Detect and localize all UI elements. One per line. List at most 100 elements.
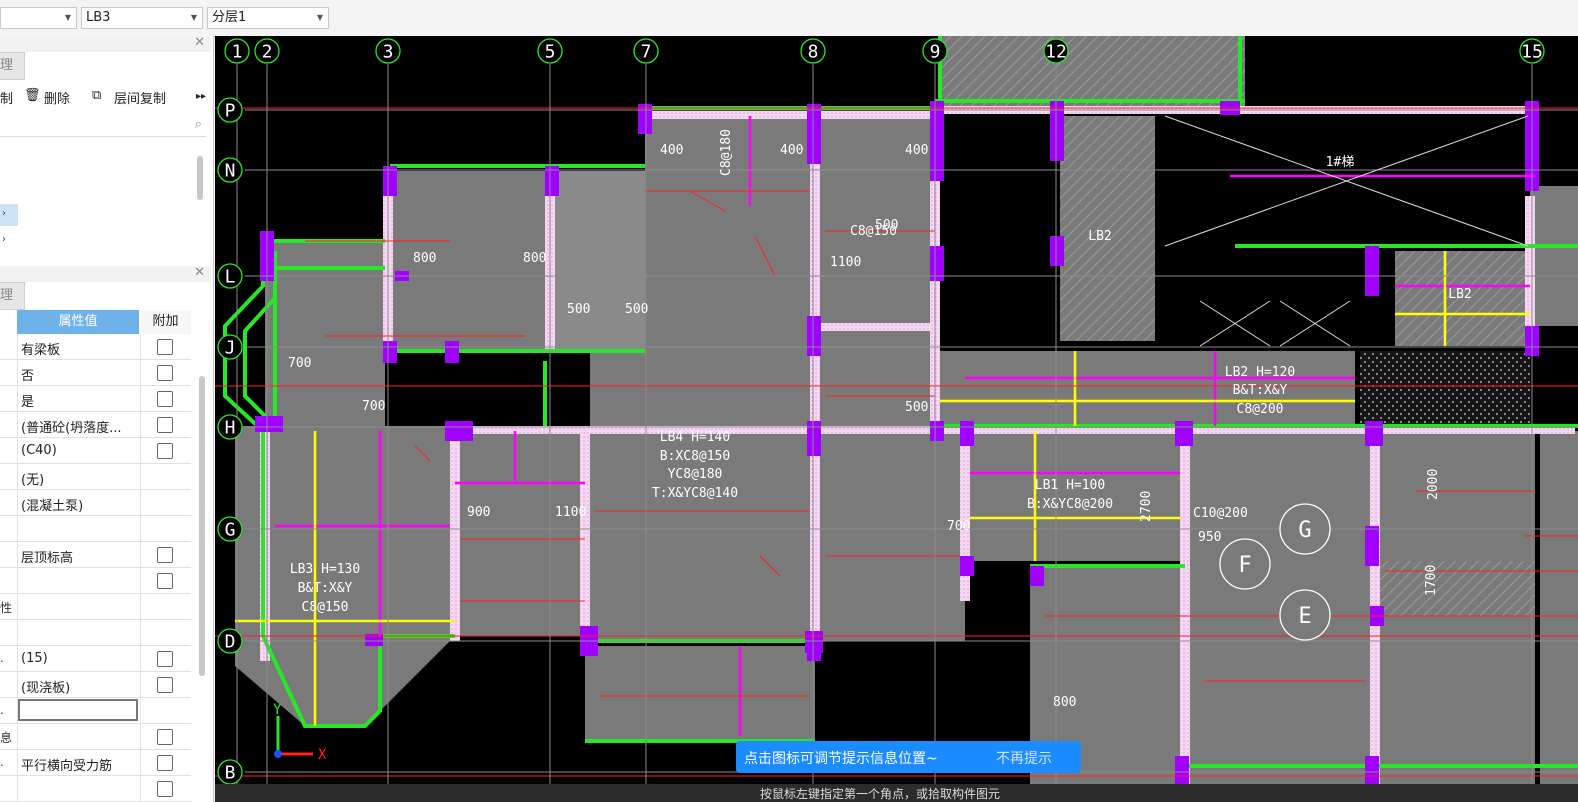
property-row[interactable] xyxy=(0,776,191,802)
extra-checkbox[interactable] xyxy=(157,547,173,563)
property-row[interactable]: 性 xyxy=(0,594,191,620)
dimension-label: 900 xyxy=(467,505,490,520)
slab-lb2-band[interactable] xyxy=(935,351,1355,426)
opening xyxy=(1165,261,1195,346)
tab-component-list[interactable]: 理 xyxy=(0,52,25,80)
close-icon[interactable]: ✕ xyxy=(194,35,205,50)
property-row[interactable] xyxy=(0,620,191,646)
extra-checkbox[interactable] xyxy=(157,573,173,589)
property-row[interactable]: 息 xyxy=(0,724,191,750)
property-row[interactable]: 有梁板 xyxy=(0,334,191,360)
top-toolbar: ▼ LB3 ▼ 分层1 ▼ xyxy=(0,0,1578,37)
property-row[interactable]: (现浇板) xyxy=(0,672,191,698)
property-key: . xyxy=(0,755,4,769)
chevron-right-icon: › xyxy=(2,234,6,245)
component-name-dropdown[interactable]: LB3 ▼ xyxy=(81,7,203,29)
dimension-label: 950 xyxy=(1198,530,1221,545)
property-value[interactable]: (无) xyxy=(21,469,139,488)
property-edit-input[interactable] xyxy=(18,699,138,721)
slab-label: LB3 H=130 xyxy=(290,562,360,577)
slab-label: YC8@180 xyxy=(668,467,723,482)
property-row[interactable]: (混凝土泵) xyxy=(0,490,191,516)
extra-checkbox[interactable] xyxy=(157,755,173,771)
extra-checkbox[interactable] xyxy=(157,391,173,407)
property-value[interactable]: 平行横向受力筋 xyxy=(21,755,139,774)
extra-checkbox[interactable] xyxy=(157,417,173,433)
slab[interactable] xyxy=(455,431,590,636)
slab-hatched[interactable] xyxy=(1375,561,1535,616)
extra-checkbox[interactable] xyxy=(157,365,173,381)
slab-top-hatched[interactable] xyxy=(940,36,1245,106)
hint-tooltip[interactable]: 点击图标可调节提示信息位置~ 不再提示 xyxy=(736,741,1081,773)
slab[interactable] xyxy=(1375,616,1535,802)
dimension-label: 1100 xyxy=(830,255,861,270)
dropdown-value: 分层1 xyxy=(212,10,247,25)
extra-checkbox[interactable] xyxy=(157,781,173,797)
axis-bubble-top: 1 xyxy=(232,41,243,62)
property-row[interactable]: . 平行横向受力筋 xyxy=(0,750,191,776)
slab-label: B:X&YC8@200 xyxy=(1027,497,1113,512)
property-value[interactable]: (C40) xyxy=(21,443,139,458)
property-value[interactable]: (15) xyxy=(21,651,139,666)
property-key: 性 xyxy=(0,601,13,615)
slab[interactable] xyxy=(585,646,815,741)
drawing-canvas[interactable]: 1 2 3 5 7 8 9 12 15 P N L J H G D B LB4 H=140 B:XC8@150 YC8… xyxy=(215,36,1578,802)
property-value[interactable]: 否 xyxy=(21,365,139,384)
copy-button[interactable]: 制 xyxy=(0,88,13,107)
property-row[interactable]: . xyxy=(0,698,191,724)
cell-divider xyxy=(140,672,141,698)
property-row[interactable]: . (15) xyxy=(0,646,191,672)
property-value[interactable]: (现浇板) xyxy=(21,677,139,696)
property-value[interactable]: 是 xyxy=(21,391,139,410)
property-row[interactable]: 是 xyxy=(0,386,191,412)
extra-checkbox[interactable] xyxy=(157,443,173,459)
property-value[interactable]: 层顶标高 xyxy=(21,547,139,566)
property-row[interactable] xyxy=(0,568,191,594)
property-row[interactable]: 否 xyxy=(0,360,191,386)
dimension-label: 2700 xyxy=(1139,491,1154,522)
axis-bubble-top: 3 xyxy=(383,41,394,62)
property-value[interactable]: (混凝土泵) xyxy=(21,495,139,514)
property-row[interactable]: (C40) xyxy=(0,438,191,464)
scrollbar[interactable] xyxy=(197,156,203,200)
axis-bubble-top: 9 xyxy=(930,41,941,62)
extra-checkbox[interactable] xyxy=(157,729,173,745)
cell-divider xyxy=(17,776,18,802)
property-value[interactable]: (普通砼(坍落度... xyxy=(21,417,139,436)
slab-label: B&T:X&Y xyxy=(1233,383,1288,398)
axis-bubble-left: P xyxy=(225,100,236,121)
delete-button[interactable]: 删除 xyxy=(44,88,70,107)
dimension-label: 400 xyxy=(660,143,683,158)
tree-item-selected[interactable]: › xyxy=(0,204,18,226)
scrollbar[interactable] xyxy=(199,376,205,676)
slab[interactable] xyxy=(815,431,965,641)
property-row[interactable]: (普通砼(坍落度... xyxy=(0,412,191,438)
slab[interactable] xyxy=(1530,186,1578,326)
dimension-label: 800 xyxy=(413,251,436,266)
tab-property-list[interactable]: 理 xyxy=(0,282,25,310)
floor-plan-drawing[interactable]: 1 2 3 5 7 8 9 12 15PNLJHGDBLB4 H=140B:XC8@150YC8… xyxy=(215,36,1578,802)
close-icon[interactable]: ✕ xyxy=(194,265,205,280)
layer-dropdown[interactable]: 分层1 ▼ xyxy=(207,7,329,29)
slab-label: 1#梯 xyxy=(1326,155,1355,170)
slab[interactable] xyxy=(1375,431,1535,561)
axis-bubble-left: H xyxy=(225,417,236,438)
floor-copy-button[interactable]: 层间复制 xyxy=(114,88,166,107)
dismiss-hint-button[interactable]: 不再提示 xyxy=(996,748,1052,768)
property-row[interactable]: 层顶标高 xyxy=(0,542,191,568)
cell-divider xyxy=(17,438,18,464)
component-search-input[interactable]: ⌕ xyxy=(0,116,206,137)
column-header-value: 属性值 xyxy=(17,310,139,334)
slab-hatched[interactable] xyxy=(555,171,645,351)
property-row[interactable]: (无) xyxy=(0,464,191,490)
property-row[interactable] xyxy=(0,516,191,542)
dimension-label: 800 xyxy=(1053,695,1076,710)
property-value[interactable]: 有梁板 xyxy=(21,339,139,358)
slab-dotted[interactable] xyxy=(1360,351,1530,426)
slab-cutout xyxy=(940,236,1050,341)
extra-checkbox[interactable] xyxy=(157,339,173,355)
component-type-dropdown[interactable]: ▼ xyxy=(0,7,77,29)
extra-checkbox[interactable] xyxy=(157,677,173,693)
more-icon[interactable]: ▸▸ xyxy=(196,91,206,102)
extra-checkbox[interactable] xyxy=(157,651,173,667)
